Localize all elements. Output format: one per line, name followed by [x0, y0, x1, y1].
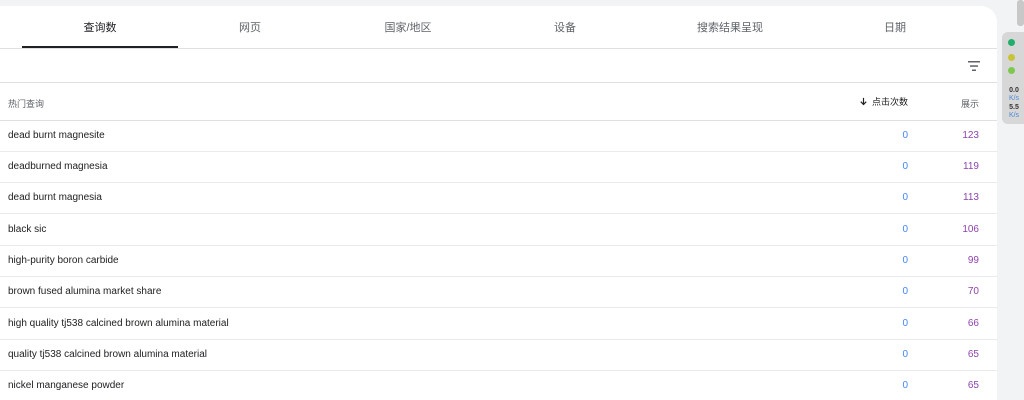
download-speed-unit: K/s [1008, 112, 1020, 119]
table-row[interactable]: black sic 0 106 [0, 215, 997, 246]
clicks-cell: 0 [902, 286, 908, 297]
tab-pages[interactable]: 网页 [178, 6, 322, 48]
impressions-cell: 113 [963, 192, 979, 203]
tab-queries[interactable]: 查询数 [22, 6, 178, 48]
table-row[interactable]: dead burnt magnesia 0 113 [0, 183, 997, 214]
impressions-cell: 106 [962, 224, 979, 235]
query-cell: black sic [8, 224, 47, 235]
clicks-cell: 0 [902, 318, 908, 329]
table-toolbar [0, 49, 997, 83]
impressions-cell: 65 [967, 380, 979, 391]
download-speed-value: 5.5 [1009, 104, 1019, 111]
status-dot-icon [1008, 54, 1015, 61]
table-row[interactable]: brown fused alumina market share 0 70 [0, 277, 997, 308]
column-header-impressions[interactable]: 展示 [961, 97, 979, 110]
table-row[interactable]: high-purity boron carbide 0 99 [0, 246, 997, 277]
active-tab-indicator [22, 46, 178, 48]
table-row[interactable]: high quality tj538 calcined brown alumin… [0, 309, 997, 340]
scrollbar-thumb[interactable] [1017, 0, 1024, 26]
query-cell: dead burnt magnesia [8, 192, 102, 203]
clicks-cell: 0 [902, 192, 908, 203]
network-monitor-widget[interactable]: 0.0 K/s 5.5 K/s [1002, 32, 1024, 124]
query-cell: deadburned magnesia [8, 161, 108, 172]
table-row[interactable]: quality tj538 calcined brown alumina mat… [0, 340, 997, 371]
impressions-cell: 65 [967, 349, 979, 360]
status-dot-icon [1008, 39, 1015, 46]
clicks-cell: 0 [902, 130, 908, 141]
query-cell: high-purity boron carbide [8, 255, 119, 266]
column-header-clicks[interactable]: 点击次数 [859, 95, 908, 108]
query-cell: brown fused alumina market share [8, 286, 162, 297]
query-cell: nickel manganese powder [8, 380, 125, 391]
tab-countries[interactable]: 国家/地区 [336, 6, 480, 48]
clicks-cell: 0 [902, 349, 908, 360]
tab-devices[interactable]: 设备 [493, 6, 637, 48]
impressions-cell: 66 [967, 318, 979, 329]
tab-search-appearance[interactable]: 搜索结果呈现 [658, 6, 802, 48]
impressions-cell: 119 [963, 161, 979, 172]
clicks-cell: 0 [902, 224, 908, 235]
impressions-cell: 123 [962, 130, 979, 141]
impressions-cell: 99 [967, 255, 979, 266]
tab-dates[interactable]: 日期 [823, 6, 967, 48]
clicks-cell: 0 [902, 380, 908, 391]
query-cell: quality tj538 calcined brown alumina mat… [8, 349, 207, 360]
arrow-down-icon [860, 97, 867, 106]
table-row[interactable]: nickel manganese powder 0 65 [0, 371, 997, 400]
query-cell: dead burnt magnesite [8, 130, 105, 141]
column-header-query: 热门查询 [8, 99, 45, 109]
status-dot-icon [1008, 67, 1015, 74]
clicks-cell: 0 [902, 255, 908, 266]
upload-speed-value: 0.0 [1009, 87, 1019, 94]
table-row[interactable]: dead burnt magnesite 0 123 [0, 121, 997, 152]
table-header: 热门查询 点击次数 展示 [0, 83, 997, 121]
impressions-cell: 70 [967, 286, 979, 297]
dimension-tabs: 查询数 网页 国家/地区 设备 搜索结果呈现 日期 [0, 6, 997, 49]
upload-speed-unit: K/s [1008, 95, 1020, 102]
performance-panel: 查询数 网页 国家/地区 设备 搜索结果呈现 日期 热门查询 点击次数 展示 d… [0, 6, 997, 400]
query-cell: high quality tj538 calcined brown alumin… [8, 318, 229, 329]
filter-icon[interactable] [966, 58, 982, 74]
table-row[interactable]: deadburned magnesia 0 119 [0, 152, 997, 183]
clicks-cell: 0 [902, 161, 908, 172]
